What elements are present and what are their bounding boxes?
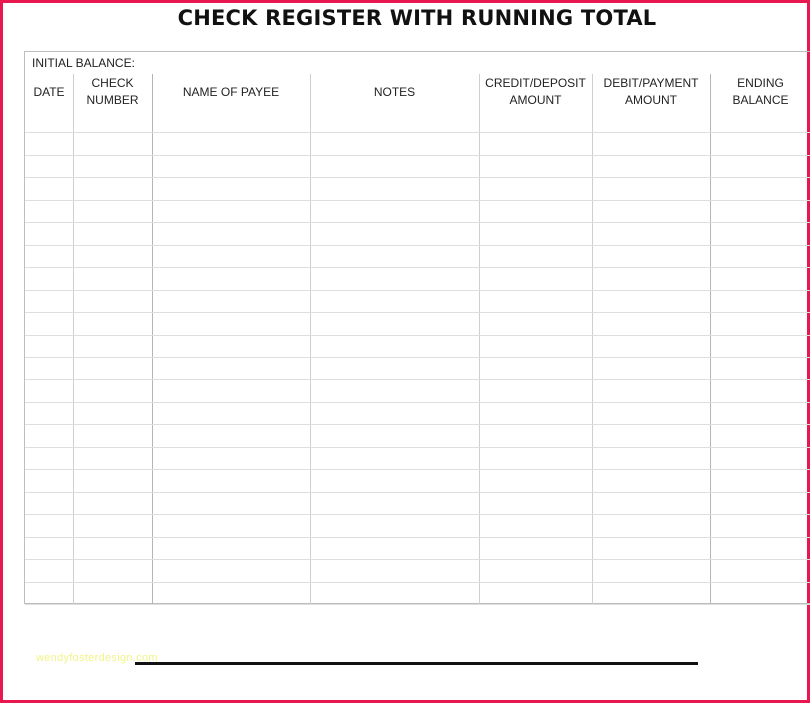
header-notes: NOTES [373, 84, 416, 99]
table-row[interactable] [25, 514, 810, 515]
table-row[interactable] [25, 492, 810, 493]
table-row[interactable] [25, 357, 810, 358]
table-row[interactable] [25, 469, 810, 470]
column-divider [310, 74, 311, 604]
table-row[interactable] [25, 379, 810, 380]
header-debit-payment: DEBIT/PAYMENT AMOUNT [603, 76, 699, 107]
table-row[interactable] [25, 447, 810, 448]
table-row[interactable] [25, 245, 810, 246]
table-row[interactable] [25, 155, 810, 156]
table-row[interactable] [25, 177, 810, 178]
table-row[interactable] [25, 200, 810, 201]
table-row[interactable] [25, 424, 810, 425]
header-payee: NAME OF PAYEE [182, 84, 280, 99]
table-row[interactable] [25, 604, 810, 605]
initial-balance-label: INITIAL BALANCE: [32, 56, 135, 70]
initial-balance-row: INITIAL BALANCE: [25, 52, 810, 74]
table-row[interactable] [25, 222, 810, 223]
table-row[interactable] [25, 312, 810, 313]
header-credit-deposit: CREDIT/DEPOSIT AMOUNT [485, 76, 586, 107]
column-divider [710, 74, 711, 604]
table-row[interactable] [25, 582, 810, 583]
table-row[interactable] [25, 290, 810, 291]
column-divider [73, 74, 74, 604]
register-table: INITIAL BALANCE: DATE CHECK NUMBER NAME … [24, 51, 810, 605]
header-ending-balance: ENDING BALANCE [732, 76, 789, 107]
column-divider [479, 74, 480, 604]
column-divider [592, 74, 593, 604]
table-row[interactable] [25, 267, 810, 268]
page-title: CHECK REGISTER WITH RUNNING TOTAL [177, 6, 657, 30]
table-row[interactable] [25, 402, 810, 403]
table-header: DATE CHECK NUMBER NAME OF PAYEE NOTES CR… [25, 74, 810, 110]
footer-rule [135, 662, 698, 665]
header-date: DATE [33, 84, 65, 99]
table-row[interactable] [25, 132, 810, 133]
column-divider [152, 74, 153, 604]
table-row[interactable] [25, 537, 810, 538]
table-row[interactable] [25, 335, 810, 336]
header-check-number: CHECK NUMBER [86, 76, 139, 107]
table-row[interactable] [25, 559, 810, 560]
